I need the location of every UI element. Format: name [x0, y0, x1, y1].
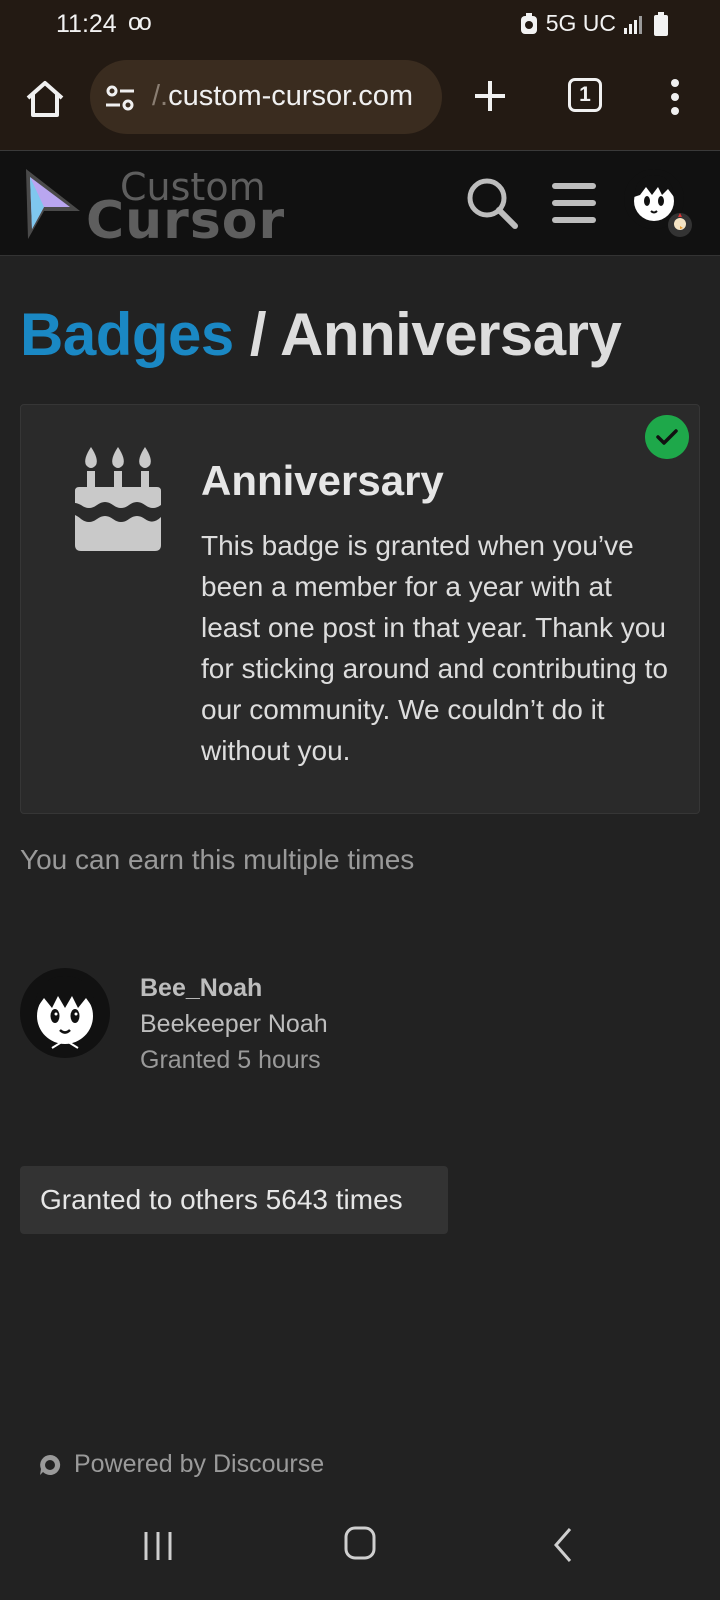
home-icon[interactable]	[22, 76, 68, 122]
breadcrumb: Badges / Anniversary	[20, 300, 622, 369]
powered-by-label: Powered by Discourse	[74, 1450, 325, 1478]
logo-text-cursor: Cursor	[86, 191, 286, 251]
status-bar: 11:24 oo 5G UC	[0, 0, 720, 52]
site-header: Custom Cursor	[0, 150, 720, 256]
breadcrumb-separator: /	[249, 301, 267, 368]
grantee-username[interactable]: Bee_Noah	[140, 974, 262, 1003]
status-time: 11:24	[56, 10, 117, 38]
url-text[interactable]: /.custom-cursor.com	[152, 80, 413, 113]
alarm-icon	[520, 12, 537, 34]
url-bar[interactable]: /.custom-cursor.com	[90, 60, 442, 134]
back-icon[interactable]	[552, 1526, 574, 1564]
recents-icon[interactable]	[142, 1528, 174, 1564]
network-label: 5G UC	[545, 10, 616, 36]
check-icon	[645, 415, 689, 459]
grantee-granted-time: Granted 5 hours	[140, 1046, 321, 1074]
url-domain: custom-cursor.com	[168, 80, 414, 112]
site-settings-icon[interactable]	[104, 82, 136, 114]
cursor-arrow-icon	[26, 169, 80, 239]
birthday-cake-icon	[75, 447, 161, 551]
breadcrumb-badges-link[interactable]: Badges	[20, 301, 234, 368]
android-nav-bar	[0, 1498, 720, 1600]
earn-multiple-note: You can earn this multiple times	[20, 844, 415, 875]
granted-to-others-button[interactable]: Granted to others 5643 times	[20, 1166, 448, 1234]
discourse-icon	[40, 1454, 61, 1475]
badge-description: This badge is granted when you’ve been a…	[201, 530, 668, 766]
site-logo[interactable]: Custom Cursor	[22, 165, 292, 251]
search-icon[interactable]	[464, 175, 520, 231]
home-circle-icon[interactable]	[344, 1526, 376, 1560]
tab-switcher-icon[interactable]: 1	[568, 78, 602, 112]
page-title: Anniversary	[280, 301, 622, 368]
url-row: /.custom-cursor.com 1	[0, 58, 720, 136]
badge-name: Anniversary	[201, 457, 444, 504]
grantee-row: Bee_Noah Beekeeper Noah Granted 5 hours	[20, 968, 700, 1088]
browser-chrome: 11:24 oo 5G UC /.custom-cursor.com 1	[0, 0, 720, 150]
battery-icon	[654, 11, 668, 36]
signal-icon	[624, 15, 642, 34]
powered-by-discourse[interactable]: Powered by Discourse	[38, 1450, 324, 1479]
badge-card: Anniversary This badge is granted when y…	[20, 404, 700, 814]
user-avatar[interactable]	[624, 169, 692, 237]
new-tab-icon[interactable]	[470, 76, 510, 116]
voicemail-icon: oo	[128, 9, 152, 36]
url-prefix: /.	[152, 80, 169, 112]
hamburger-menu-icon[interactable]	[550, 181, 598, 225]
more-icon[interactable]	[660, 76, 690, 118]
status-right-group: 5G UC	[520, 10, 668, 37]
grantee-avatar[interactable]	[20, 968, 110, 1058]
grantee-title: Beekeeper Noah	[140, 1010, 328, 1038]
